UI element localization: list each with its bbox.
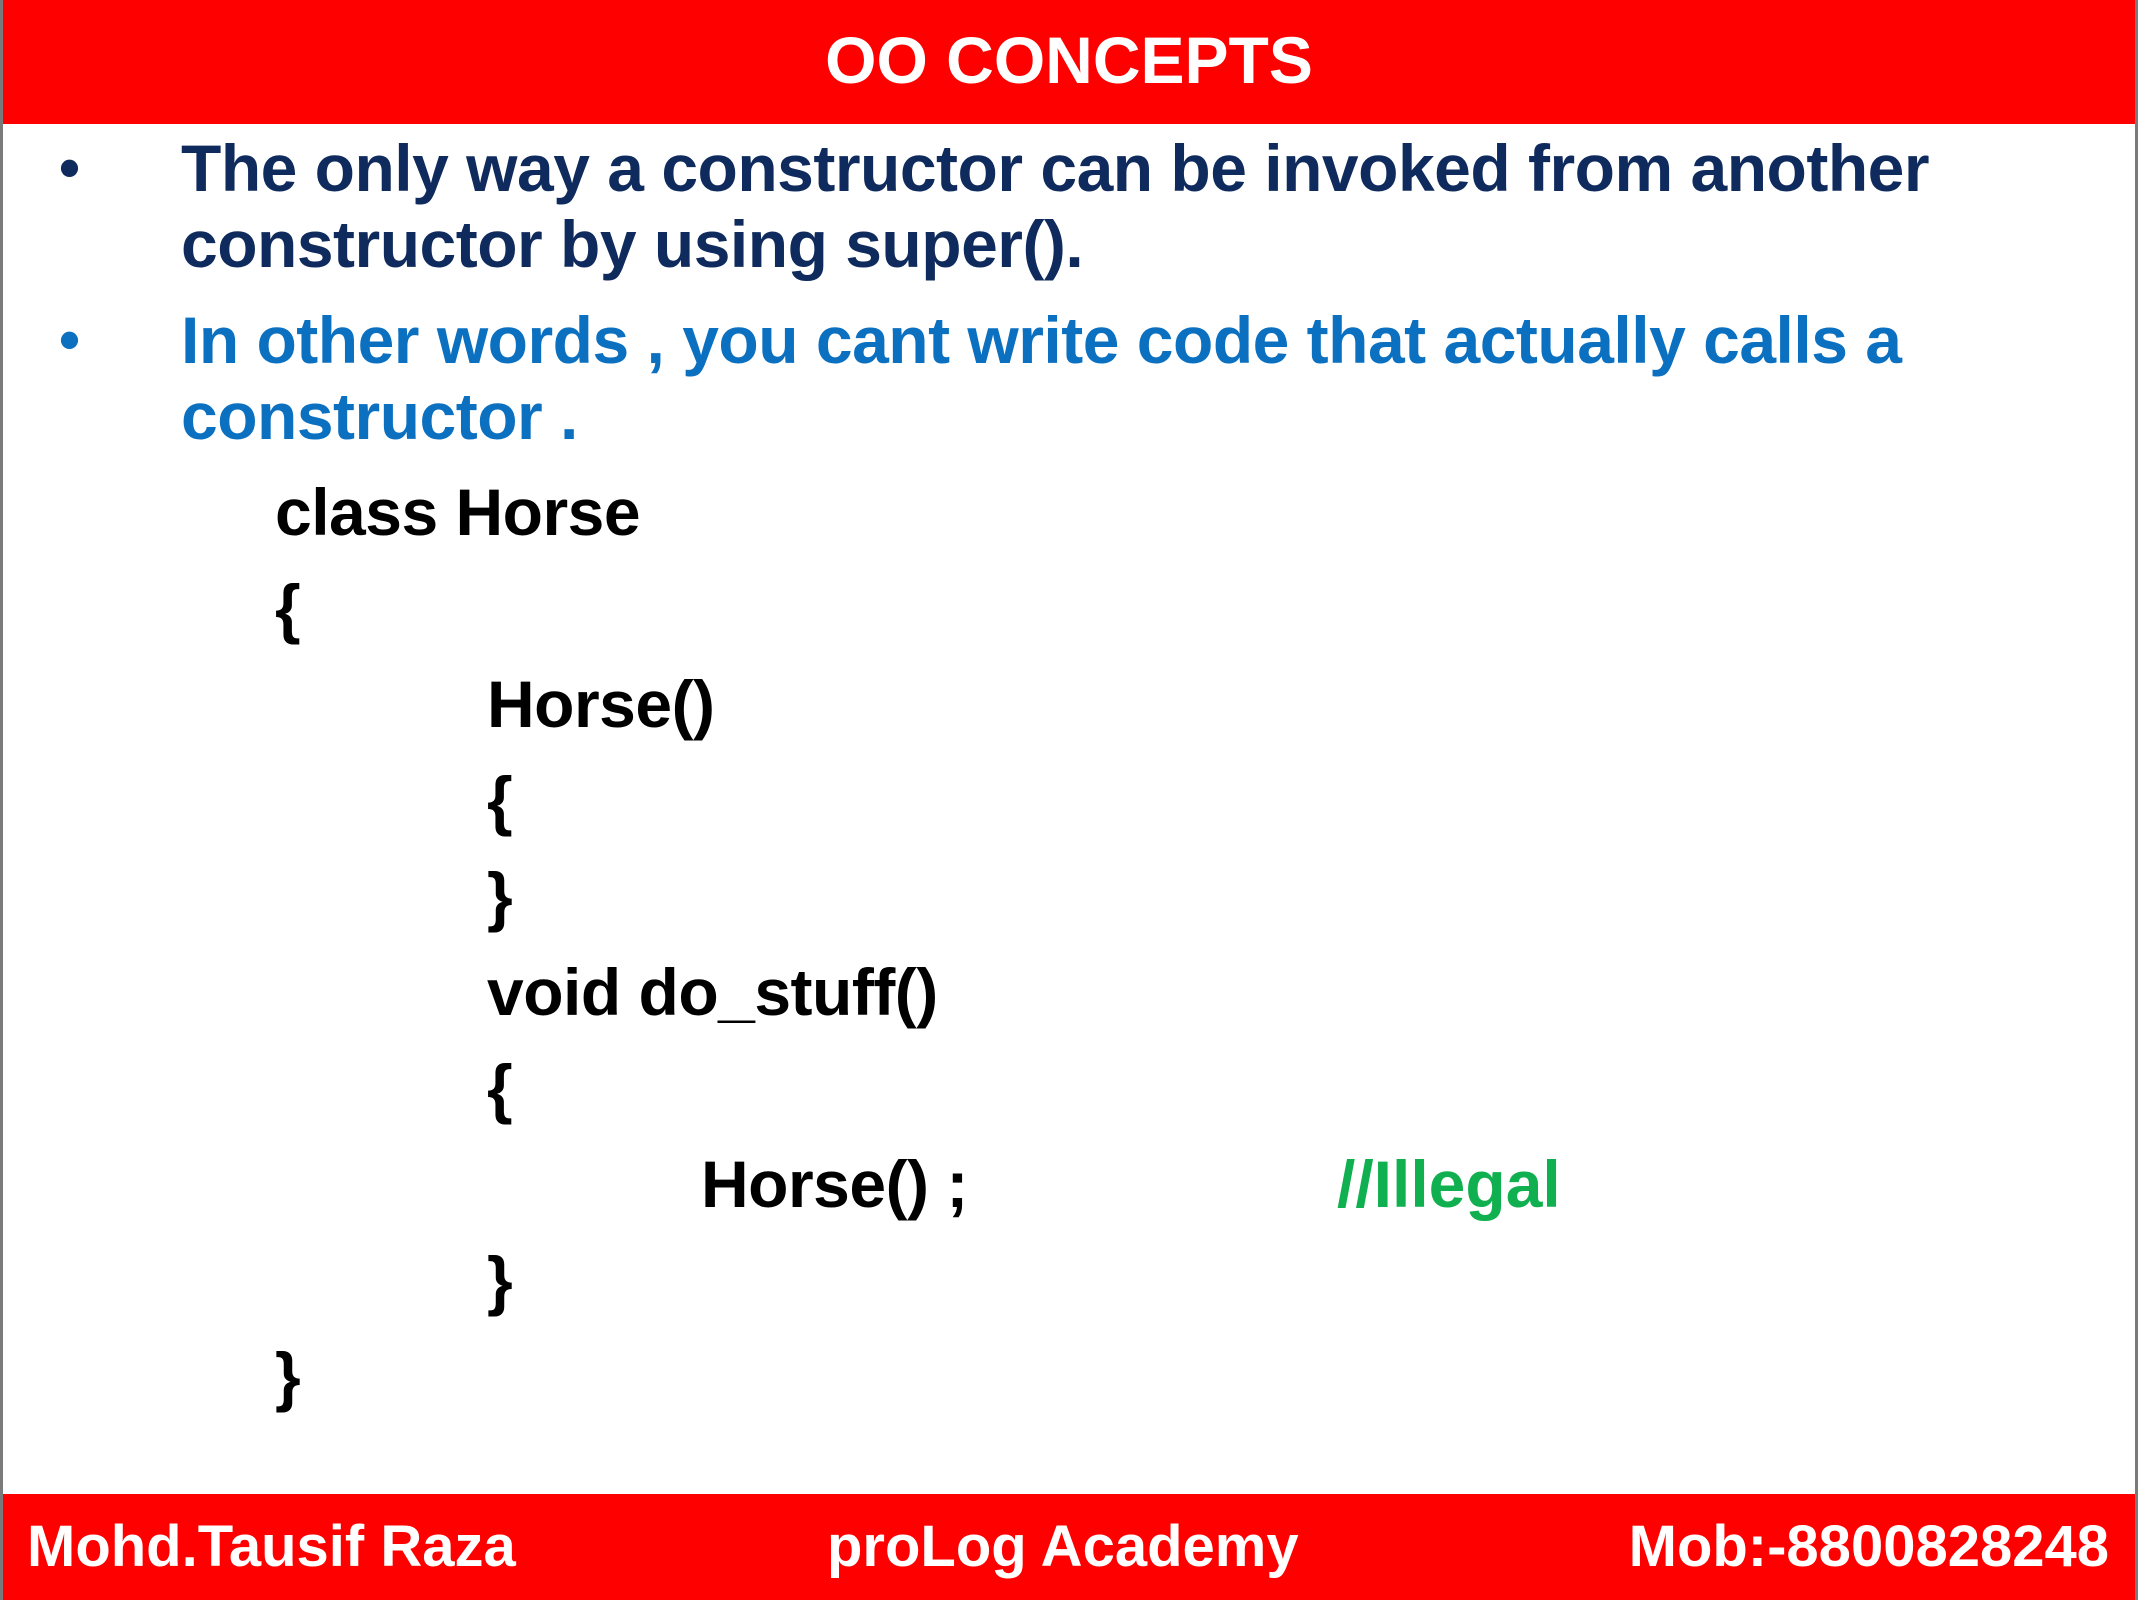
- footer-author: Mohd.Tausif Raza: [27, 1514, 516, 1579]
- code-line: }: [487, 859, 513, 933]
- footer-phone: Mob:-8800828248: [1628, 1514, 2109, 1579]
- bullet-text: The only way a constructor can be invoke…: [181, 131, 1930, 281]
- code-line: void do_stuff(): [487, 955, 938, 1029]
- code-line: {: [487, 763, 513, 837]
- code-line: {: [487, 1051, 513, 1125]
- code-line: }: [487, 1243, 513, 1317]
- code-line: Horse() ;: [701, 1147, 968, 1221]
- bullet-text: In other words , you cant write code tha…: [181, 303, 1902, 453]
- code-line: Horse(): [487, 667, 715, 741]
- bullet-marker: •: [59, 306, 81, 373]
- slide-title: OO CONCEPTS: [825, 23, 1313, 97]
- title-bar: OO CONCEPTS: [3, 0, 2135, 124]
- code-line: }: [275, 1339, 301, 1413]
- code-line: class Horse: [275, 475, 641, 549]
- footer-bar: Mohd.Tausif Raza proLog Academy Mob:-880…: [3, 1494, 2135, 1600]
- slide: OO CONCEPTS • The only way a constructor…: [0, 0, 2138, 1600]
- bullet-marker: •: [59, 134, 81, 201]
- code-comment: //Illegal: [1337, 1147, 1561, 1221]
- footer-academy: proLog Academy: [827, 1514, 1299, 1579]
- code-line: {: [275, 571, 301, 645]
